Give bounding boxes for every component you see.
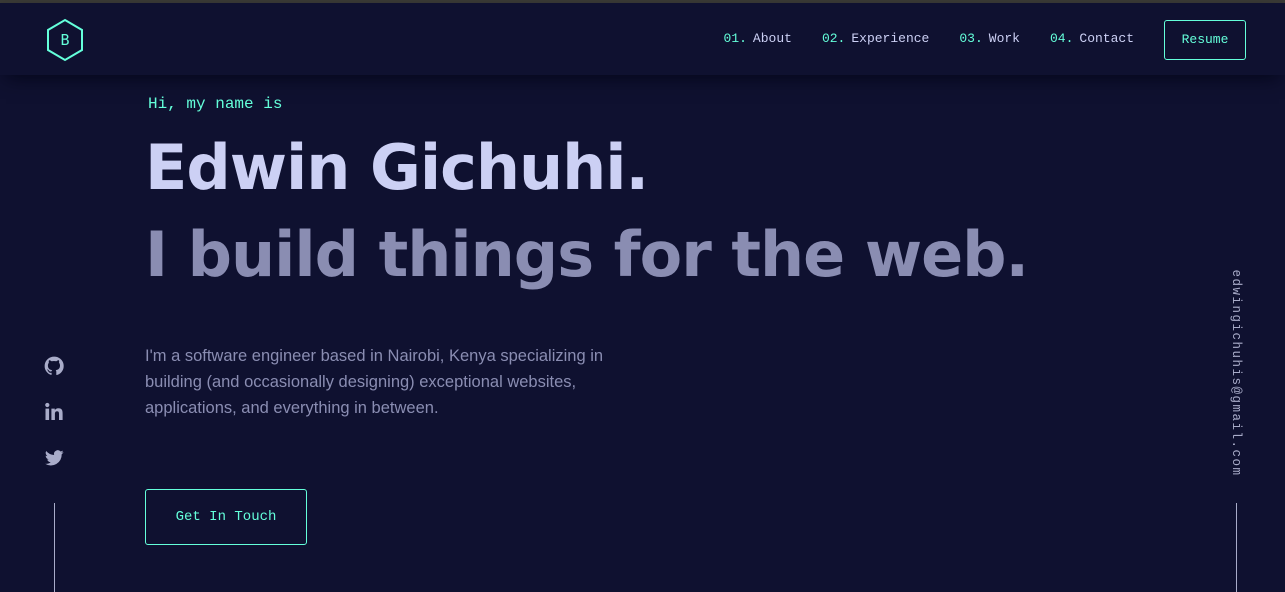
nav-link-number: 03.	[959, 31, 983, 46]
twitter-link[interactable]	[42, 446, 66, 470]
nav-link-work[interactable]: 03. Work	[959, 31, 1020, 46]
get-in-touch-button[interactable]: Get In Touch	[145, 489, 307, 545]
github-link[interactable]	[42, 354, 66, 378]
hero-name: Edwin Gichuhi.	[145, 131, 649, 204]
twitter-icon	[45, 450, 64, 466]
linkedin-link[interactable]	[42, 400, 66, 424]
hero-tagline: I build things for the web.	[145, 218, 1029, 291]
nav-link-label: About	[752, 31, 792, 46]
nav-link-label: Work	[988, 31, 1020, 46]
nav-link-number: 02.	[821, 31, 846, 46]
logo-link[interactable]: B	[45, 18, 85, 62]
nav-link-contact[interactable]: 04. Contact	[1050, 31, 1134, 46]
nav-link-number: 04.	[1049, 31, 1074, 46]
nav-links: 01. About 02. Experience 03. Work 04. Contac…	[724, 31, 1134, 46]
nav-link-label: Contact	[1079, 31, 1134, 46]
linkedin-icon	[45, 402, 63, 420]
resume-button[interactable]: Resume	[1164, 20, 1246, 60]
navbar: B 01. About 02. Experience 03. Work 04. Cont…	[0, 3, 1285, 75]
nav-link-label: Experience	[851, 31, 930, 46]
side-email-link[interactable]: edwingichuhis@gmail.com	[1229, 269, 1243, 476]
social-links	[42, 354, 66, 492]
nav-link-about[interactable]: 01. About	[724, 31, 792, 46]
hero-intro: I'm a software engineer based in Nairobi…	[145, 347, 604, 417]
nav-link-experience[interactable]: 02. Experience	[822, 31, 929, 46]
github-icon	[44, 356, 64, 376]
left-vertical-line	[54, 503, 55, 592]
nav-link-number: 01.	[723, 31, 747, 46]
right-vertical-line	[1236, 503, 1237, 592]
logo-letter: B	[60, 31, 70, 49]
hero-greeting: Hi, my name is	[148, 95, 283, 113]
